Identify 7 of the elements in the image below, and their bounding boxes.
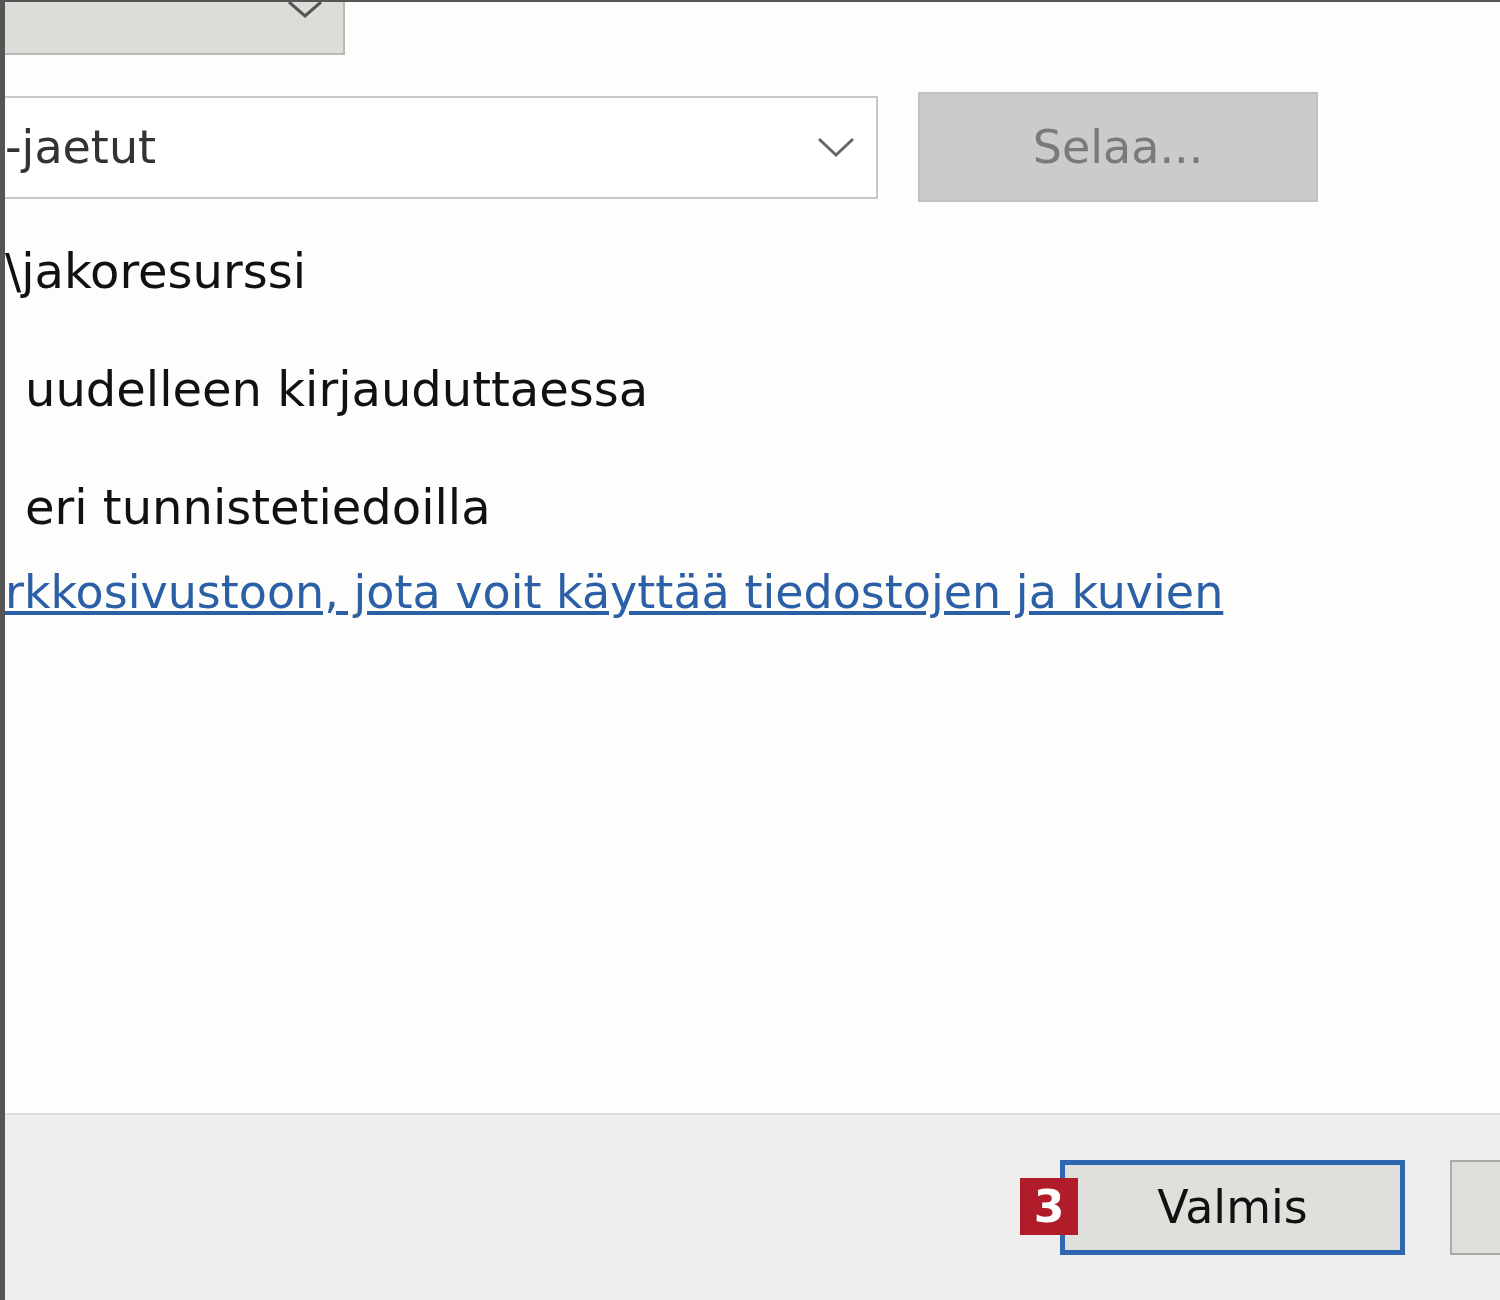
step-marker: 3 [1020, 1178, 1078, 1235]
folder-dropdown[interactable]: -jaetut [5, 95, 878, 199]
dropdown-button[interactable] [5, 2, 345, 55]
cancel-button[interactable] [1450, 1160, 1500, 1255]
finish-button[interactable]: Valmis [1060, 1160, 1405, 1255]
option-label: eri tunnistetiedoilla [24, 483, 491, 531]
chevron-down-icon [816, 136, 856, 158]
